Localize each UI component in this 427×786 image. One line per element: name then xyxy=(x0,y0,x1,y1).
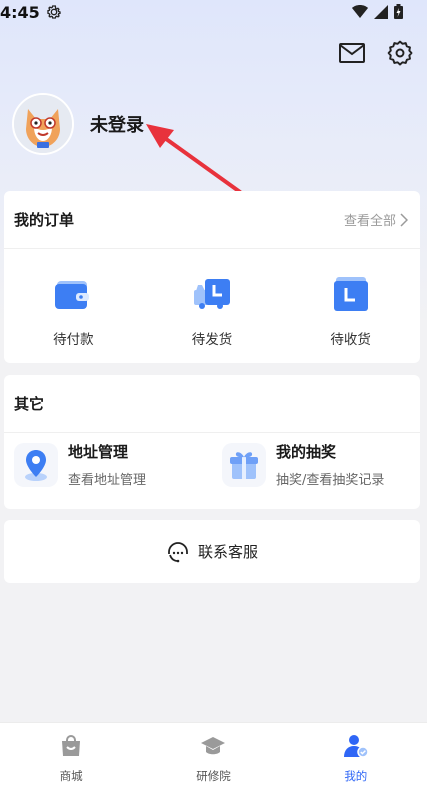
view-all-label: 查看全部 xyxy=(343,214,396,229)
login-status-text[interactable]: 未登录 xyxy=(90,111,144,137)
battery-icon xyxy=(394,4,403,19)
tab-mall[interactable]: 商城 xyxy=(0,723,142,786)
red-arrow-annotation xyxy=(146,124,242,194)
status-indicators xyxy=(352,4,403,19)
order-label: 待收货 xyxy=(330,332,371,348)
location-pin-icon xyxy=(14,442,58,487)
fox-mascot-icon xyxy=(14,95,72,153)
other-title: 其它 xyxy=(14,395,45,413)
other-items-row: 地址管理 查看地址管理 我的抽奖 抽奖/查看抽奖记录 xyxy=(4,433,420,488)
view-all-orders-link[interactable]: 查看全部 xyxy=(344,210,408,229)
tab-academy[interactable]: 研修院 xyxy=(142,723,284,786)
other-card: 其它 地址管理 查看地址管理 我的抽奖 抽奖/查看抽奖记录 xyxy=(4,375,420,509)
tab-mine[interactable]: 我的 xyxy=(285,723,427,786)
tab-label: 商城 xyxy=(59,769,83,783)
truck-icon xyxy=(193,279,230,309)
gift-icon xyxy=(222,442,266,487)
tab-label: 我的 xyxy=(344,769,368,783)
profile-section[interactable]: 未登录 xyxy=(12,93,144,155)
order-pending-shipment[interactable]: 待发货 xyxy=(162,273,262,348)
order-label: 待发货 xyxy=(191,332,233,348)
user-icon xyxy=(343,735,369,758)
orders-header: 我的订单 查看全部 xyxy=(4,191,420,249)
box-icon xyxy=(333,277,368,311)
address-management-item[interactable]: 地址管理 查看地址管理 xyxy=(4,433,212,488)
signal-icon xyxy=(374,4,388,19)
orders-title: 我的订单 xyxy=(14,211,75,229)
customer-service-button[interactable]: 联系客服 xyxy=(4,520,420,583)
tab-label: 研修院 xyxy=(196,769,231,783)
avatar[interactable] xyxy=(12,93,74,155)
my-lottery-title: 我的抽奖 xyxy=(276,443,337,461)
status-time: 4:45 xyxy=(0,2,40,22)
address-management-title: 地址管理 xyxy=(68,443,129,461)
order-label: 待付款 xyxy=(53,332,94,348)
status-bar: 4:45 xyxy=(0,0,427,24)
header-actions xyxy=(339,40,413,66)
my-lottery-item[interactable]: 我的抽奖 抽奖/查看抽奖记录 xyxy=(212,433,420,488)
address-management-subtitle: 查看地址管理 xyxy=(68,473,147,488)
settings-status-icon xyxy=(47,5,61,19)
wallet-icon xyxy=(55,281,90,309)
order-status-row: 待付款 待发货 待收货 xyxy=(4,249,420,348)
wifi-icon xyxy=(352,4,368,18)
shopping-bag-icon xyxy=(62,735,81,756)
headset-icon xyxy=(168,541,188,562)
orders-card: 我的订单 查看全部 待付款 待发货 待收货 xyxy=(4,191,420,363)
graduation-cap-icon xyxy=(201,737,226,755)
other-header: 其它 xyxy=(4,375,420,433)
order-pending-payment[interactable]: 待付款 xyxy=(23,273,123,348)
bottom-tab-bar: 商城 研修院 我的 xyxy=(0,722,427,786)
gear-icon[interactable] xyxy=(387,40,413,66)
chevron-right-icon xyxy=(400,212,408,227)
my-lottery-subtitle: 抽奖/查看抽奖记录 xyxy=(276,473,385,488)
mail-icon[interactable] xyxy=(339,40,365,66)
order-pending-receipt[interactable]: 待收货 xyxy=(301,273,401,348)
customer-service-label: 联系客服 xyxy=(197,543,258,561)
